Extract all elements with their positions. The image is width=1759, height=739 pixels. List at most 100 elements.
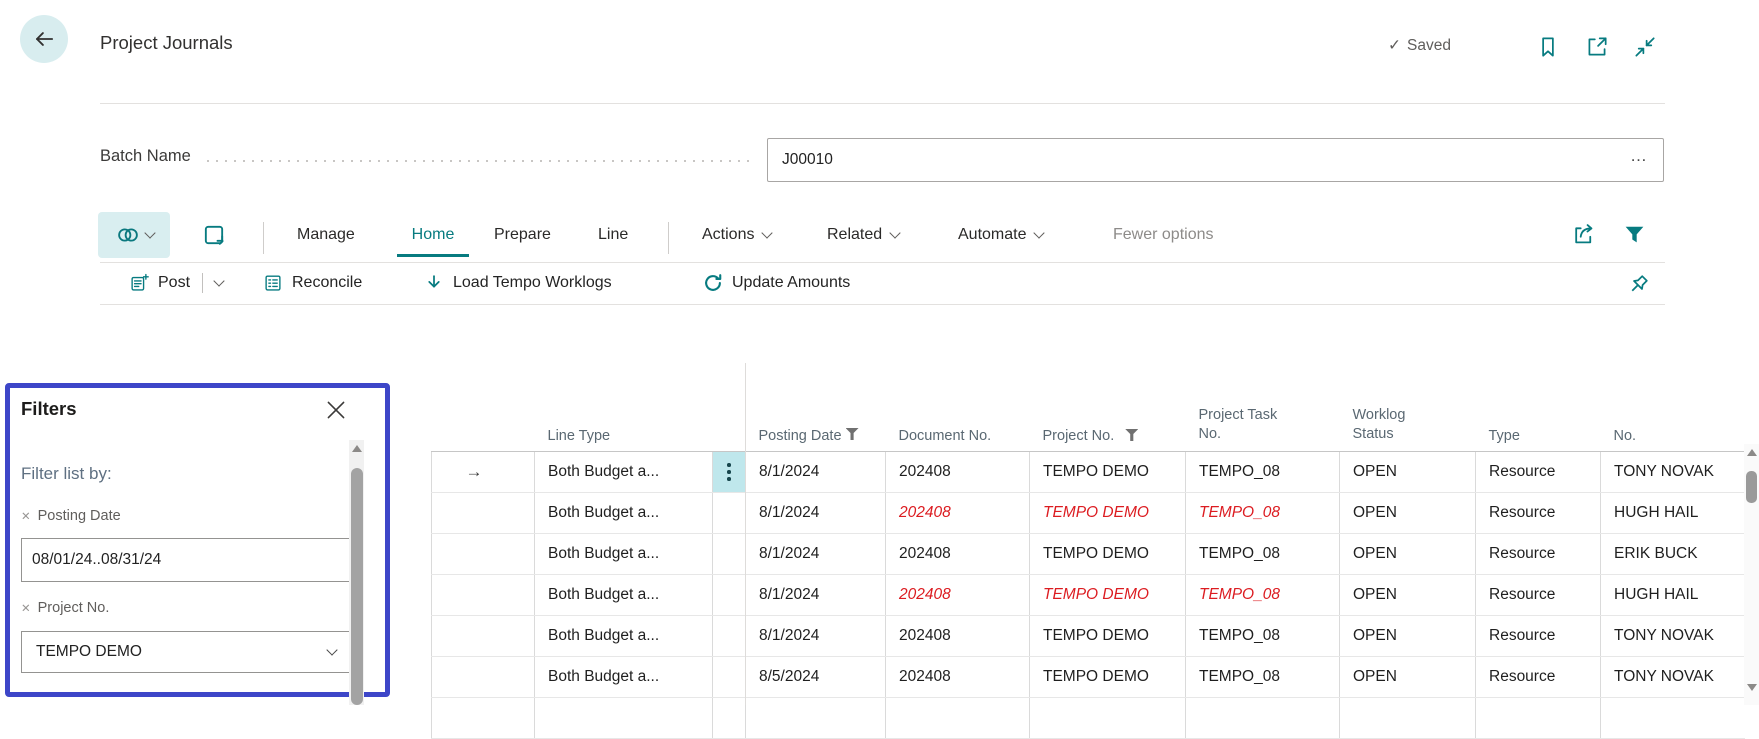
column-header-project-no[interactable]: Project No. [1030, 363, 1186, 452]
table-row[interactable]: → Both Budget a... 8/1/2024 202408 TEMPO… [432, 452, 1745, 493]
scroll-up-icon[interactable] [352, 445, 362, 452]
cell-row-menu[interactable] [713, 698, 746, 739]
menu-actions[interactable]: Actions [702, 226, 771, 244]
table-row[interactable] [432, 698, 1745, 739]
cell-document-no[interactable]: 202408 [886, 452, 1030, 493]
cell-row-menu[interactable] [713, 452, 746, 493]
copilot-button[interactable] [98, 212, 170, 258]
cell-no[interactable]: TONY NOVAK [1601, 657, 1745, 698]
cell-type[interactable] [1476, 698, 1601, 739]
column-header-document-no[interactable]: Document No. [886, 363, 1030, 452]
cell-worklog-status[interactable]: OPEN [1340, 452, 1476, 493]
cell-posting-date[interactable]: 8/1/2024 [746, 493, 886, 534]
cell-row-menu[interactable] [713, 575, 746, 616]
share-icon[interactable] [1570, 221, 1597, 248]
cell-project-task-no[interactable]: TEMPO_08 [1186, 452, 1340, 493]
cell-posting-date[interactable] [746, 698, 886, 739]
cell-no[interactable]: HUGH HAIL [1601, 493, 1745, 534]
cell-no[interactable]: TONY NOVAK [1601, 616, 1745, 657]
cell-row-menu[interactable] [713, 616, 746, 657]
cell-line-type[interactable] [535, 698, 713, 739]
tab-prepare[interactable]: Prepare [494, 226, 551, 244]
column-header-selector[interactable] [432, 363, 535, 452]
scroll-up-icon[interactable] [1747, 449, 1757, 456]
row-selector-cell[interactable] [432, 534, 535, 575]
cell-project-no[interactable]: TEMPO DEMO [1030, 452, 1186, 493]
column-header-type[interactable]: Type [1476, 363, 1601, 452]
cell-posting-date[interactable]: 8/5/2024 [746, 657, 886, 698]
tab-manage[interactable]: Manage [297, 226, 355, 244]
cell-worklog-status[interactable]: OPEN [1340, 616, 1476, 657]
column-header-worklog-status[interactable]: Worklog Status [1340, 363, 1476, 452]
back-button[interactable] [20, 15, 68, 63]
cell-type[interactable]: Resource [1476, 534, 1601, 575]
focus-mode-icon[interactable] [200, 221, 228, 249]
table-row[interactable]: Both Budget a... 8/1/2024 202408 TEMPO D… [432, 534, 1745, 575]
scrollbar-thumb[interactable] [1746, 471, 1757, 503]
menu-related[interactable]: Related [827, 226, 899, 244]
cell-posting-date[interactable]: 8/1/2024 [746, 616, 886, 657]
cell-document-no[interactable]: 202408 [886, 657, 1030, 698]
pin-icon[interactable] [1625, 272, 1651, 298]
chevron-down-icon[interactable] [213, 275, 224, 286]
load-tempo-worklogs-button[interactable]: Load Tempo Worklogs [423, 272, 612, 294]
cell-project-task-no[interactable]: TEMPO_08 [1186, 575, 1340, 616]
cell-type[interactable]: Resource [1476, 575, 1601, 616]
cell-type[interactable]: Resource [1476, 616, 1601, 657]
cell-row-menu[interactable] [713, 657, 746, 698]
cell-worklog-status[interactable]: OPEN [1340, 657, 1476, 698]
cell-project-no[interactable]: TEMPO DEMO [1030, 657, 1186, 698]
cell-worklog-status[interactable]: OPEN [1340, 493, 1476, 534]
cell-project-no[interactable]: TEMPO DEMO [1030, 493, 1186, 534]
row-selector-cell[interactable] [432, 616, 535, 657]
cell-posting-date[interactable]: 8/1/2024 [746, 575, 886, 616]
cell-row-menu[interactable] [713, 534, 746, 575]
table-row[interactable]: Both Budget a... 8/1/2024 202408 TEMPO D… [432, 616, 1745, 657]
row-menu-dots-icon[interactable] [727, 470, 731, 474]
cell-document-no[interactable]: 202408 [886, 616, 1030, 657]
cell-project-no[interactable]: TEMPO DEMO [1030, 534, 1186, 575]
cell-line-type[interactable]: Both Budget a... [535, 452, 713, 493]
cell-type[interactable]: Resource [1476, 657, 1601, 698]
cell-project-task-no[interactable]: TEMPO_08 [1186, 616, 1340, 657]
cell-worklog-status[interactable]: OPEN [1340, 534, 1476, 575]
filter-pane-toggle-icon[interactable] [1622, 222, 1647, 247]
open-in-new-window-icon[interactable] [1584, 33, 1612, 61]
row-selector-cell[interactable] [432, 493, 535, 534]
cell-line-type[interactable]: Both Budget a... [535, 657, 713, 698]
cell-no[interactable]: TONY NOVAK [1601, 452, 1745, 493]
scroll-down-icon[interactable] [1747, 684, 1757, 691]
reconcile-button[interactable]: Reconcile [262, 272, 362, 294]
batch-name-input[interactable] [767, 138, 1664, 182]
cell-posting-date[interactable]: 8/1/2024 [746, 452, 886, 493]
tab-line[interactable]: Line [598, 226, 628, 244]
cell-no[interactable]: ERIK BUCK [1601, 534, 1745, 575]
post-button[interactable]: Post [128, 272, 223, 294]
column-header-posting-date[interactable]: Posting Date [746, 363, 886, 452]
filters-pane-scrollbar[interactable] [349, 440, 364, 705]
cell-project-no[interactable]: TEMPO DEMO [1030, 616, 1186, 657]
cell-no[interactable] [1601, 698, 1745, 739]
cell-project-task-no[interactable]: TEMPO_08 [1186, 534, 1340, 575]
cell-project-task-no[interactable] [1186, 698, 1340, 739]
bookmark-icon[interactable] [1535, 33, 1563, 61]
cell-type[interactable]: Resource [1476, 493, 1601, 534]
column-header-line-type[interactable]: Line Type [535, 363, 713, 452]
row-selector-cell[interactable] [432, 698, 535, 739]
cell-project-no[interactable] [1030, 698, 1186, 739]
cell-project-no[interactable]: TEMPO DEMO [1030, 575, 1186, 616]
cell-line-type[interactable]: Both Budget a... [535, 493, 713, 534]
collapse-icon[interactable] [1632, 33, 1660, 61]
cell-document-no[interactable]: 202408 [886, 493, 1030, 534]
row-selector-cell[interactable]: → [432, 452, 535, 493]
menu-automate[interactable]: Automate [958, 226, 1043, 244]
table-row[interactable]: Both Budget a... 8/5/2024 202408 TEMPO D… [432, 657, 1745, 698]
cell-row-menu[interactable] [713, 493, 746, 534]
row-selector-cell[interactable] [432, 657, 535, 698]
cell-posting-date[interactable]: 8/1/2024 [746, 534, 886, 575]
table-row[interactable]: Both Budget a... 8/1/2024 202408 TEMPO D… [432, 493, 1745, 534]
cell-worklog-status[interactable]: OPEN [1340, 575, 1476, 616]
cell-project-task-no[interactable]: TEMPO_08 [1186, 657, 1340, 698]
table-row[interactable]: Both Budget a... 8/1/2024 202408 TEMPO D… [432, 575, 1745, 616]
cell-line-type[interactable]: Both Budget a... [535, 616, 713, 657]
